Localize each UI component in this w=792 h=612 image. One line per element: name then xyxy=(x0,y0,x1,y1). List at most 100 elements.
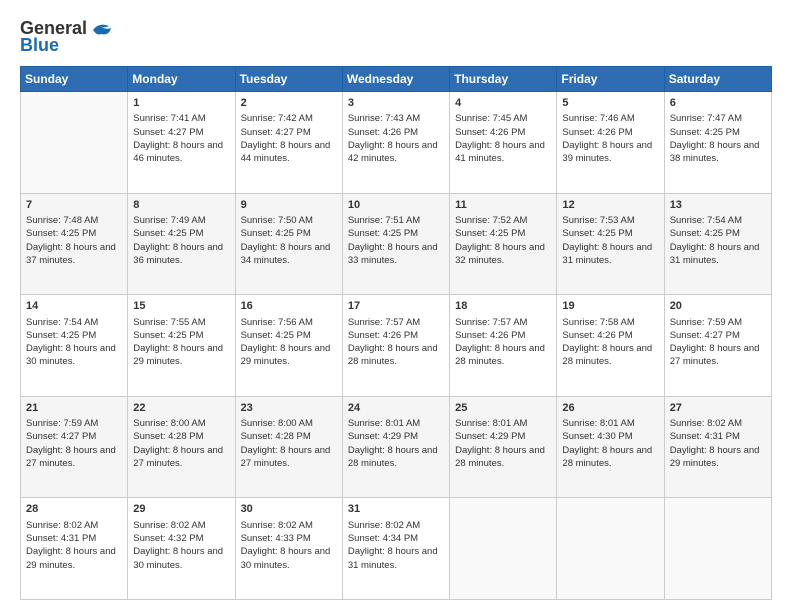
sunset-text: Sunset: 4:29 PM xyxy=(348,431,418,442)
calendar-cell: 25Sunrise: 8:01 AMSunset: 4:29 PMDayligh… xyxy=(450,396,557,498)
sunset-text: Sunset: 4:28 PM xyxy=(133,431,203,442)
sunrise-text: Sunrise: 8:02 AM xyxy=(241,520,313,531)
calendar-cell: 13Sunrise: 7:54 AMSunset: 4:25 PMDayligh… xyxy=(664,193,771,295)
daylight-text: Daylight: 8 hours and 34 minutes. xyxy=(241,242,331,266)
sunrise-text: Sunrise: 7:51 AM xyxy=(348,215,420,226)
sunset-text: Sunset: 4:31 PM xyxy=(26,533,96,544)
logo-bird-icon xyxy=(91,22,113,38)
day-number: 15 xyxy=(133,299,229,314)
weekday-header: Friday xyxy=(557,67,664,92)
calendar-cell: 7Sunrise: 7:48 AMSunset: 4:25 PMDaylight… xyxy=(21,193,128,295)
calendar-cell: 3Sunrise: 7:43 AMSunset: 4:26 PMDaylight… xyxy=(342,92,449,194)
weekday-header: Monday xyxy=(128,67,235,92)
calendar-cell: 23Sunrise: 8:00 AMSunset: 4:28 PMDayligh… xyxy=(235,396,342,498)
calendar-cell: 27Sunrise: 8:02 AMSunset: 4:31 PMDayligh… xyxy=(664,396,771,498)
sunrise-text: Sunrise: 7:48 AM xyxy=(26,215,98,226)
calendar-cell: 30Sunrise: 8:02 AMSunset: 4:33 PMDayligh… xyxy=(235,498,342,600)
daylight-text: Daylight: 8 hours and 27 minutes. xyxy=(133,445,223,469)
sunset-text: Sunset: 4:33 PM xyxy=(241,533,311,544)
header: General Blue xyxy=(20,18,772,56)
calendar-cell: 4 Sunrise: 7:45 AM Sunset: 4:26 PM Daylight… xyxy=(450,92,557,194)
sunrise-text: Sunrise: 7:58 AM xyxy=(562,317,634,328)
day-number: 5 xyxy=(562,96,658,111)
sunset-text: Sunset: 4:31 PM xyxy=(670,431,740,442)
sunset-text: Sunset: 4:26 PM xyxy=(348,330,418,341)
sunrise-text: Sunrise: 7:54 AM xyxy=(670,215,742,226)
day-number: 6 xyxy=(670,96,766,111)
daylight-text: Daylight: 8 hours and 42 minutes. xyxy=(348,140,438,164)
sunset-text: Sunset: 4:26 PM xyxy=(455,127,525,138)
daylight-text: Daylight: 8 hours and 46 minutes. xyxy=(133,140,223,164)
sunset-text: Sunset: 4:26 PM xyxy=(455,330,525,341)
day-number: 7 xyxy=(26,198,122,213)
sunset-text: Sunset: 4:26 PM xyxy=(562,127,632,138)
weekday-header: Wednesday xyxy=(342,67,449,92)
calendar-cell xyxy=(450,498,557,600)
sunrise-text: Sunrise: 7:47 AM xyxy=(670,113,742,124)
calendar-cell: 8Sunrise: 7:49 AMSunset: 4:25 PMDaylight… xyxy=(128,193,235,295)
sunrise-text: Sunrise: 7:41 AM xyxy=(133,113,205,124)
day-number: 3 xyxy=(348,96,444,111)
sunrise-text: Sunrise: 8:00 AM xyxy=(133,418,205,429)
calendar-cell: 5Sunrise: 7:46 AMSunset: 4:26 PMDaylight… xyxy=(557,92,664,194)
day-number: 17 xyxy=(348,299,444,314)
sunrise-text: Sunrise: 7:45 AM xyxy=(455,113,527,124)
daylight-text: Daylight: 8 hours and 30 minutes. xyxy=(133,546,223,570)
day-number: 26 xyxy=(562,401,658,416)
day-number: 10 xyxy=(348,198,444,213)
calendar-cell: 26Sunrise: 8:01 AMSunset: 4:30 PMDayligh… xyxy=(557,396,664,498)
daylight-text: Daylight: 8 hours and 27 minutes. xyxy=(241,445,331,469)
calendar-week-row: 7 Sunrise: 7:48 AM Sunset: 4:25 PM Daylight… xyxy=(21,193,772,295)
weekday-header: Sunday xyxy=(21,67,128,92)
calendar-week-row: 28Sunrise: 8:02 AMSunset: 4:31 PMDayligh… xyxy=(21,498,772,600)
sunrise-text: Sunrise: 8:02 AM xyxy=(670,418,742,429)
sunset-text: Sunset: 4:26 PM xyxy=(562,330,632,341)
day-number: 31 xyxy=(348,502,444,517)
day-number: 11 xyxy=(455,198,551,213)
day-number: 18 xyxy=(455,299,551,314)
calendar-table: SundayMondayTuesdayWednesdayThursdayFrid… xyxy=(20,66,772,600)
daylight-text: Daylight: 8 hours and 31 minutes. xyxy=(562,242,652,266)
sunset-text: Sunset: 4:25 PM xyxy=(455,228,525,239)
daylight-text: Daylight: 8 hours and 27 minutes. xyxy=(26,445,116,469)
weekday-header: Tuesday xyxy=(235,67,342,92)
sunrise-text: Sunrise: 7:42 AM xyxy=(241,113,313,124)
sunset-text: Sunset: 4:25 PM xyxy=(348,228,418,239)
sunrise-text: Sunrise: 7:46 AM xyxy=(562,113,634,124)
sunrise-text: Sunrise: 7:57 AM xyxy=(348,317,420,328)
daylight-text: Daylight: 8 hours and 37 minutes. xyxy=(26,242,116,266)
day-number: 4 xyxy=(455,96,551,111)
sunrise-text: Sunrise: 7:59 AM xyxy=(26,418,98,429)
calendar-cell: 2Sunrise: 7:42 AMSunset: 4:27 PMDaylight… xyxy=(235,92,342,194)
daylight-text: Daylight: 8 hours and 31 minutes. xyxy=(670,242,760,266)
daylight-text: Daylight: 8 hours and 29 minutes. xyxy=(26,546,116,570)
day-number: 19 xyxy=(562,299,658,314)
calendar-cell xyxy=(557,498,664,600)
daylight-text: Daylight: 8 hours and 30 minutes. xyxy=(241,546,331,570)
daylight-text: Daylight: 8 hours and 38 minutes. xyxy=(670,140,760,164)
sunset-text: Sunset: 4:25 PM xyxy=(670,228,740,239)
daylight-text: Daylight: 8 hours and 30 minutes. xyxy=(26,343,116,367)
calendar-cell: 11Sunrise: 7:52 AMSunset: 4:25 PMDayligh… xyxy=(450,193,557,295)
calendar-cell: 1Sunrise: 7:41 AMSunset: 4:27 PMDaylight… xyxy=(128,92,235,194)
sunset-text: Sunset: 4:27 PM xyxy=(241,127,311,138)
daylight-text: Daylight: 8 hours and 28 minutes. xyxy=(455,343,545,367)
calendar-cell xyxy=(664,498,771,600)
daylight-text: Daylight: 8 hours and 29 minutes. xyxy=(670,445,760,469)
daylight-text: Daylight: 8 hours and 29 minutes. xyxy=(133,343,223,367)
calendar-cell: 17 Sunrise: 7:57 AM Sunset: 4:26 PM Dayligh… xyxy=(342,295,449,397)
sunrise-text: Sunrise: 7:57 AM xyxy=(455,317,527,328)
daylight-text: Daylight: 8 hours and 36 minutes. xyxy=(133,242,223,266)
sunrise-text: Sunrise: 7:56 AM xyxy=(241,317,313,328)
day-number: 16 xyxy=(241,299,337,314)
sunrise-text: Sunrise: 7:54 AM xyxy=(26,317,98,328)
daylight-text: Daylight: 8 hours and 41 minutes. xyxy=(455,140,545,164)
sunrise-text: Sunrise: 7:55 AM xyxy=(133,317,205,328)
calendar-cell: 16Sunrise: 7:56 AMSunset: 4:25 PMDayligh… xyxy=(235,295,342,397)
sunset-text: Sunset: 4:26 PM xyxy=(348,127,418,138)
calendar-cell: 10Sunrise: 7:51 AMSunset: 4:25 PMDayligh… xyxy=(342,193,449,295)
daylight-text: Daylight: 8 hours and 28 minutes. xyxy=(348,343,438,367)
sunset-text: Sunset: 4:28 PM xyxy=(241,431,311,442)
calendar-cell: 21Sunrise: 7:59 AMSunset: 4:27 PMDayligh… xyxy=(21,396,128,498)
daylight-text: Daylight: 8 hours and 28 minutes. xyxy=(348,445,438,469)
